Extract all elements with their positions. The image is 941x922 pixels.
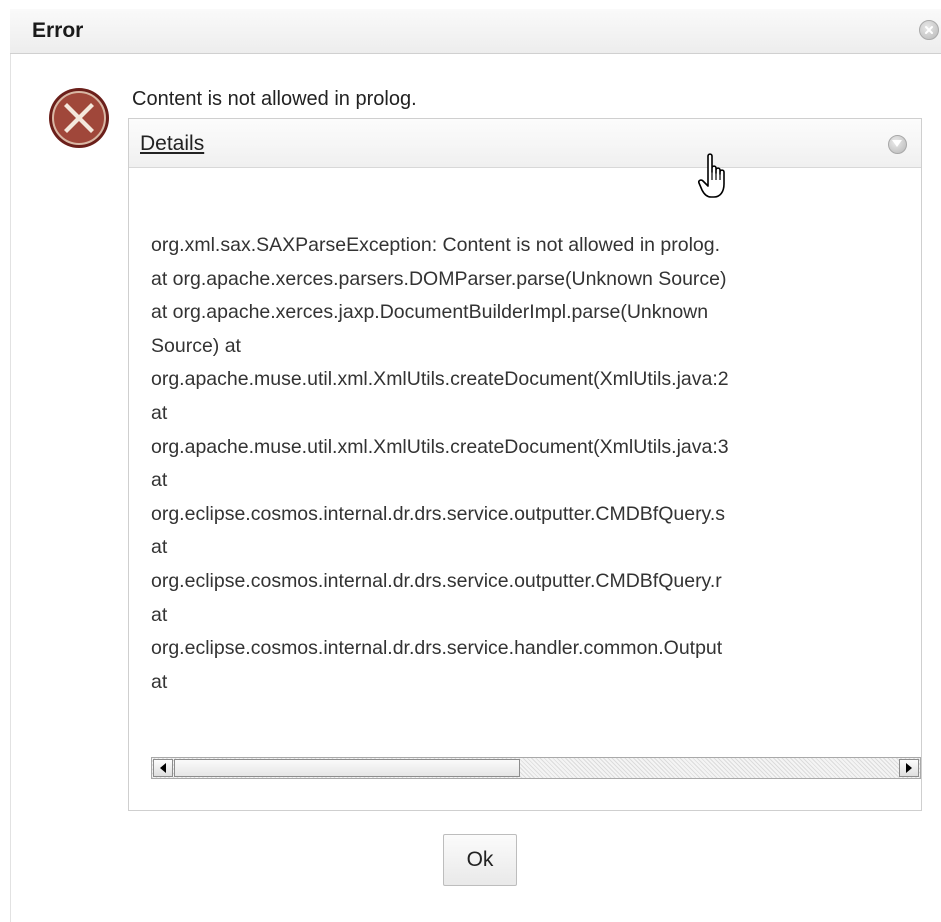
- horizontal-scrollbar[interactable]: [151, 757, 921, 779]
- details-link[interactable]: Details: [140, 132, 204, 156]
- stack-trace-viewport[interactable]: org.xml.sax.SAXParseException: Content i…: [151, 229, 921, 751]
- trace-line: org.eclipse.cosmos.internal.dr.drs.servi…: [151, 637, 723, 660]
- chevron-down-icon[interactable]: [888, 135, 907, 154]
- trace-line: org.xml.sax.SAXParseException: Content i…: [151, 234, 721, 256]
- error-message: Content is not allowed in prolog.: [132, 88, 417, 110]
- trace-line: at org.apache.xerces.jaxp.DocumentBuilde…: [151, 301, 709, 324]
- close-icon[interactable]: [919, 20, 939, 40]
- trace-line: at: [151, 401, 168, 424]
- trace-line: org.eclipse.cosmos.internal.dr.drs.servi…: [151, 502, 726, 525]
- ok-button[interactable]: Ok: [443, 834, 517, 886]
- details-header[interactable]: Details: [129, 119, 921, 168]
- dialog-titlebar: Error: [10, 9, 941, 54]
- trace-line: org.apache.muse.util.xml.XmlUtils.create…: [151, 435, 729, 458]
- scroll-right-icon[interactable]: [899, 759, 919, 777]
- trace-line: at: [151, 536, 168, 559]
- trace-line: Source) at: [151, 334, 241, 357]
- trace-line: at: [151, 469, 168, 492]
- scrollbar-thumb[interactable]: [174, 759, 520, 777]
- trace-line: org.eclipse.cosmos.internal.dr.drs.servi…: [151, 569, 722, 592]
- trace-line: at org.apache.xerces.parsers.DOMParser.p…: [151, 267, 727, 290]
- details-panel: Details org.xml.sax.SAXParseException: C…: [128, 118, 922, 811]
- dialog-title: Error: [32, 19, 84, 42]
- error-x-icon: [49, 88, 109, 148]
- trace-line: at: [151, 603, 168, 626]
- trace-line: org.apache.muse.util.xml.XmlUtils.create…: [151, 368, 729, 391]
- trace-line: at: [151, 670, 168, 693]
- hand-pointer-icon: [698, 153, 725, 198]
- scroll-left-icon[interactable]: [153, 759, 173, 777]
